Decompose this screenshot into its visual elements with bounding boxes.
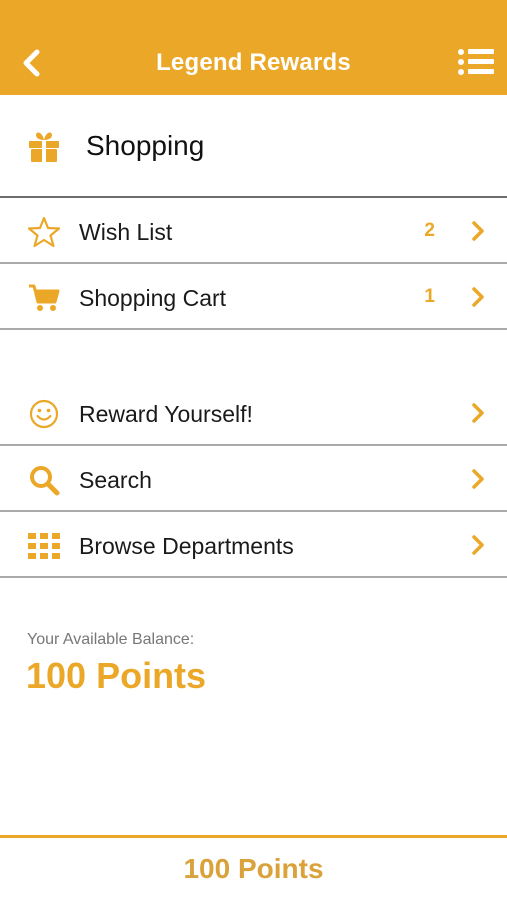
bottom-points-bar: 100 Points — [0, 835, 507, 900]
shopping-cart-count: 1 — [424, 286, 435, 307]
balance-caption: Your Available Balance: — [27, 631, 195, 648]
menu-button[interactable] — [457, 46, 495, 78]
shopping-cart-row[interactable]: Shopping Cart 1 — [0, 264, 507, 330]
page-title: Legend Rewards — [156, 49, 351, 76]
gift-icon — [27, 131, 61, 168]
section-title: Shopping — [86, 130, 205, 161]
wish-list-label: Wish List — [79, 219, 173, 245]
smiley-icon — [28, 398, 60, 430]
star-icon — [28, 216, 60, 248]
chevron-right-icon — [472, 287, 484, 307]
search-row[interactable]: Search — [0, 446, 507, 512]
balance-value: 100 Points — [26, 655, 207, 696]
grid-icon — [28, 530, 60, 562]
chevron-right-icon — [472, 535, 484, 555]
list-menu-icon — [458, 49, 494, 75]
wish-list-count: 2 — [424, 220, 435, 241]
reward-yourself-row[interactable]: Reward Yourself! — [0, 380, 507, 446]
search-label: Search — [79, 467, 152, 493]
wish-list-row[interactable]: Wish List 2 — [0, 198, 507, 264]
cart-icon — [28, 282, 60, 314]
chevron-right-icon — [472, 469, 484, 489]
footer-points: 100 Points — [183, 853, 324, 884]
top-bar: Legend Rewards — [0, 0, 507, 95]
chevron-right-icon — [472, 221, 484, 241]
browse-departments-label: Browse Departments — [79, 533, 294, 559]
chevron-right-icon — [472, 403, 484, 423]
section-header: Shopping — [0, 95, 507, 198]
reward-yourself-label: Reward Yourself! — [79, 401, 253, 427]
shopping-cart-label: Shopping Cart — [79, 285, 227, 311]
browse-departments-row[interactable]: Browse Departments — [0, 512, 507, 578]
search-icon — [28, 464, 60, 496]
